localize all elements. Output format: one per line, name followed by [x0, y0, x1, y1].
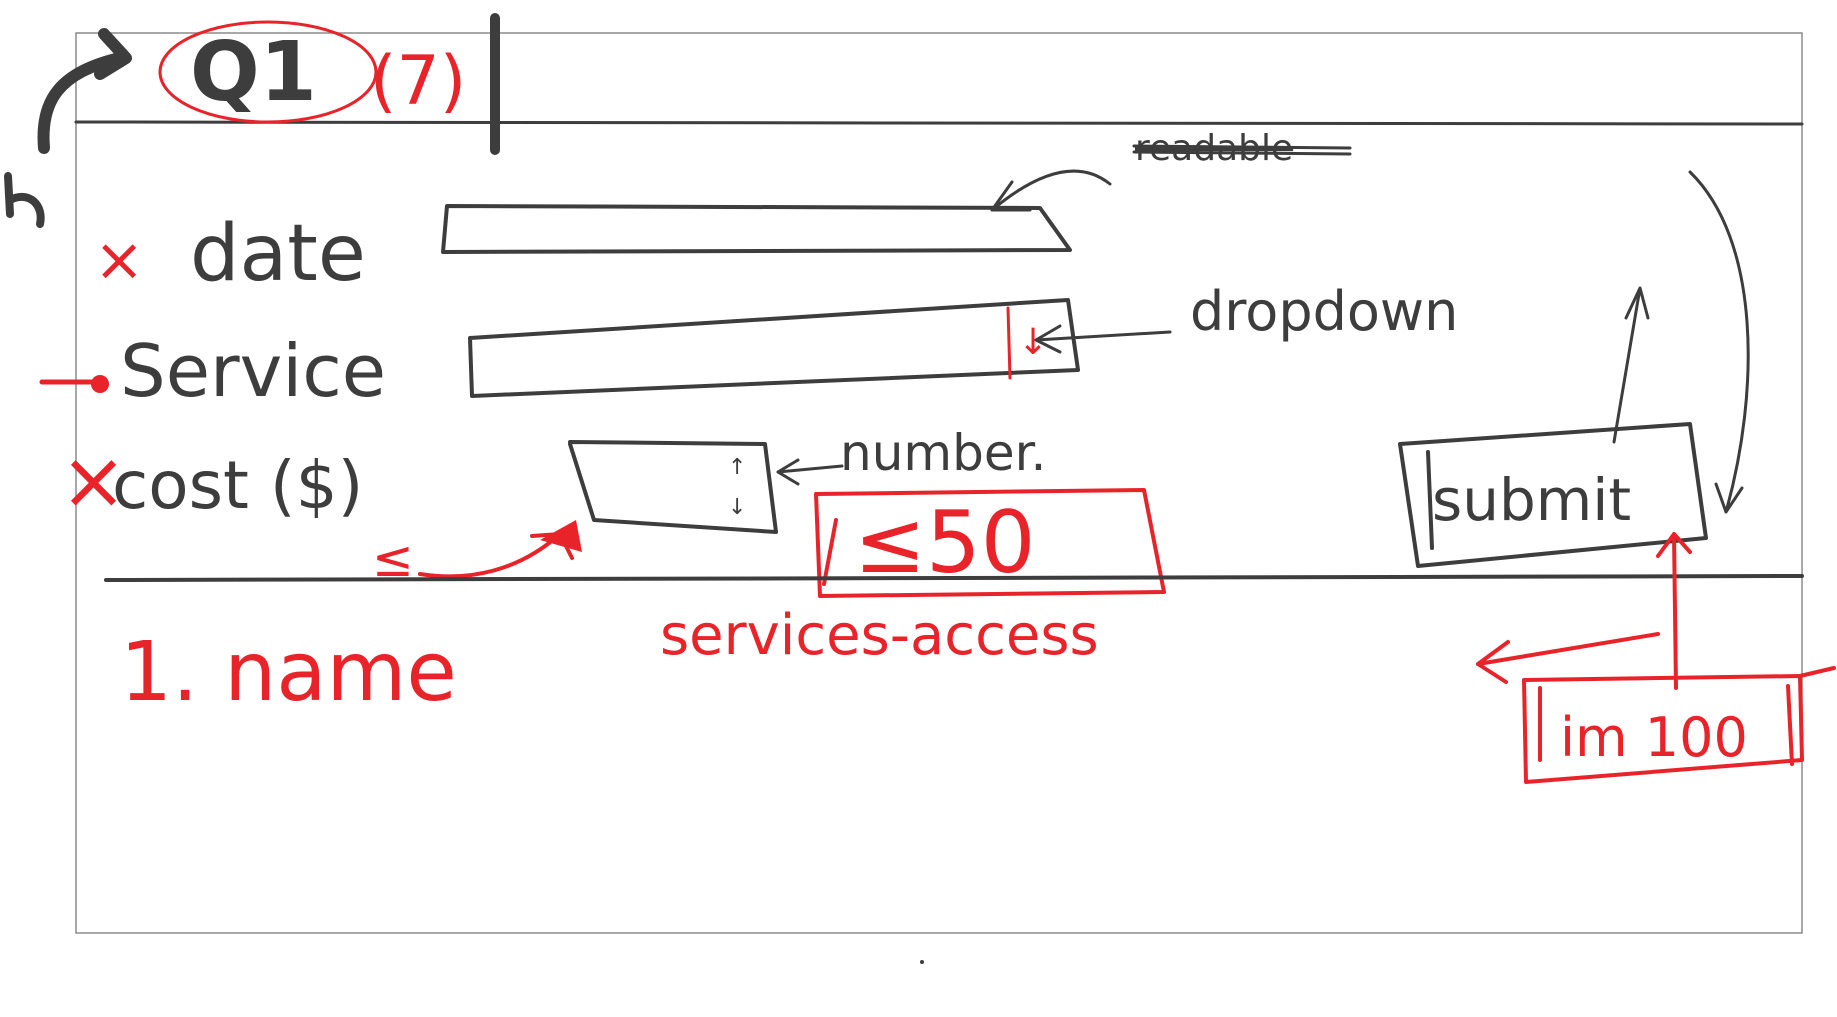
number-note: number.: [840, 424, 1046, 482]
number-pointer-arrow: [776, 458, 844, 486]
list-note: 1. name: [120, 625, 457, 720]
im-left-arrow: [1476, 632, 1660, 684]
im-note-box: im 100: [1522, 674, 1804, 784]
stepper-down-icon[interactable]: ↓: [728, 495, 746, 520]
stray-dot: [920, 960, 924, 964]
curved-arrow-icon: [37, 28, 132, 154]
date-pointer-arrow: [990, 169, 1112, 212]
date-label: date: [190, 209, 366, 299]
header-divider: [74, 120, 1804, 126]
im-up-arrow: [1656, 532, 1692, 690]
date-input[interactable]: [441, 204, 1072, 254]
cost-label: cost ($): [112, 447, 363, 524]
submit-up-arrow: [1612, 286, 1650, 444]
date-required-mark: ×: [94, 225, 144, 295]
whiteboard-canvas: Q1 (7) readable × date Service ↓ dropdow…: [4, 13, 1836, 964]
submit-button[interactable]: submit: [1398, 422, 1708, 568]
submit-label: submit: [1432, 466, 1631, 534]
service-required-dot: [91, 375, 109, 393]
section-divider: [104, 574, 1804, 582]
points-label: (7): [370, 42, 466, 121]
question-label: Q1: [190, 25, 317, 120]
service-label: Service: [120, 329, 386, 413]
question-heading: Q1 (7): [158, 13, 500, 155]
cost-number-input[interactable]: ↑ ↓: [568, 440, 778, 534]
scribble-mark: [4, 172, 45, 228]
im-note: im 100: [1560, 706, 1748, 769]
stepper-up-icon[interactable]: ↑: [728, 455, 746, 480]
dropdown-note: dropdown: [1190, 280, 1458, 343]
dropdown-divider: [1006, 306, 1012, 380]
services-note: services-access: [660, 603, 1099, 668]
service-dropdown[interactable]: ↓: [468, 298, 1080, 398]
dropdown-pointer-arrow: [1034, 324, 1172, 354]
submit-loop-arrow: [1688, 170, 1750, 514]
im-right-tail: [1798, 666, 1836, 678]
